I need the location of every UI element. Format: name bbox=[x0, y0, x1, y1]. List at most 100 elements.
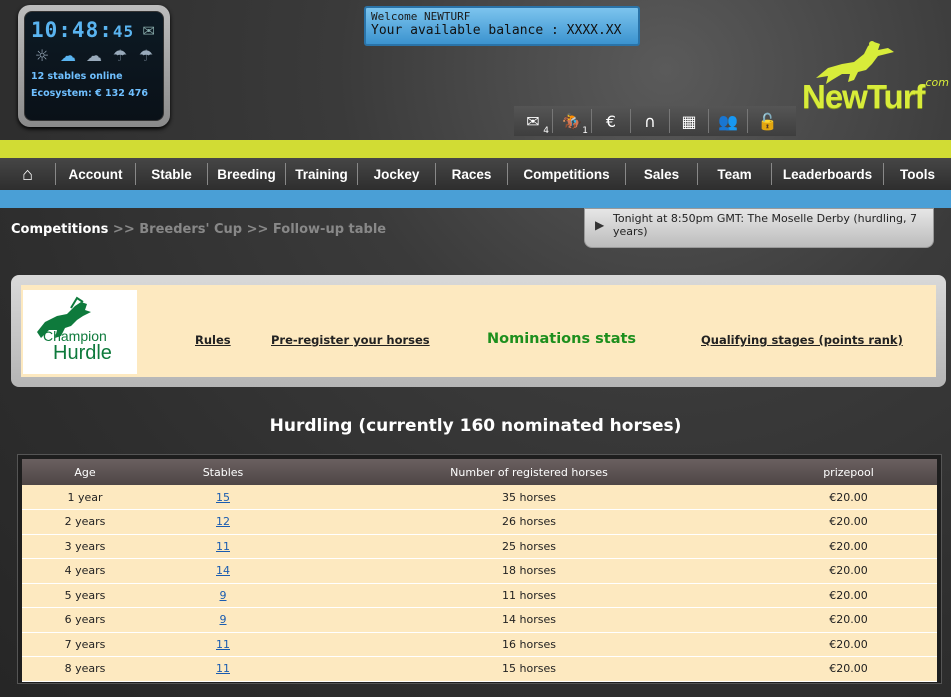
cell-age: 4 years bbox=[22, 558, 148, 584]
users-icon[interactable]: 👥 bbox=[709, 109, 748, 133]
nominations-table-container: Age Stables Number of registered horses … bbox=[17, 454, 942, 684]
cell-prizepool: €20.00 bbox=[760, 534, 937, 559]
news-ticker[interactable]: ▶ Tonight at 8:50pm GMT: The Moselle Der… bbox=[584, 208, 934, 248]
horseshoe-icon[interactable]: ∩ bbox=[631, 109, 670, 133]
clock-screen: 10:48:45 ✉ ☼ ☁ ☁ ☂ ☂ 12 stables online E… bbox=[24, 11, 164, 121]
header-stables: Stables bbox=[148, 459, 298, 485]
breadcrumb-current[interactable]: Competitions bbox=[11, 222, 108, 237]
nav-item-competitions[interactable]: Competitions bbox=[508, 163, 626, 185]
cell-stables: 11 bbox=[148, 632, 298, 657]
competition-panel-inner: Champion Hurdle Rules Pre-register your … bbox=[21, 285, 936, 377]
cell-age: 3 years bbox=[22, 534, 148, 559]
nav-item-jockey[interactable]: Jockey bbox=[358, 163, 436, 185]
accent-bar-blue bbox=[0, 190, 951, 208]
clock-info: 12 stables online Ecosystem: € 132 476 bbox=[31, 68, 157, 102]
clock-hours-minutes: 10:48 bbox=[31, 18, 100, 42]
nominations-table: Age Stables Number of registered horses … bbox=[22, 459, 937, 682]
stables-link[interactable]: 9 bbox=[220, 613, 227, 626]
nav-item-leaderboards[interactable]: Leaderboards bbox=[772, 163, 884, 185]
play-icon: ▶ bbox=[595, 218, 605, 232]
nav-item-stable[interactable]: Stable bbox=[136, 163, 208, 185]
mail-icon[interactable]: ✉ 4 bbox=[514, 109, 553, 136]
cell-stables: 9 bbox=[148, 583, 298, 608]
header-age: Age bbox=[22, 459, 148, 485]
table-row: 2 years 12 26 horses €20.00 bbox=[22, 509, 937, 535]
nav-item-breeding[interactable]: Breeding bbox=[208, 163, 286, 185]
cell-prizepool: €20.00 bbox=[760, 485, 937, 510]
cell-stables: 12 bbox=[148, 509, 298, 535]
clock-seconds: 45 bbox=[112, 22, 135, 41]
stables-link[interactable]: 14 bbox=[216, 564, 230, 577]
nav-item-tools[interactable]: Tools bbox=[884, 163, 951, 185]
table-row: 4 years 14 18 horses €20.00 bbox=[22, 558, 937, 584]
horse-race-icon[interactable]: 🏇 1 bbox=[553, 109, 592, 136]
stables-link[interactable]: 11 bbox=[216, 638, 230, 651]
nominations-stats-link[interactable]: Nominations stats bbox=[487, 331, 636, 347]
icon-toolbar: ✉ 4 🏇 1 € ∩ ▦ 👥 🔓 bbox=[514, 106, 796, 136]
nav-item-team[interactable]: Team bbox=[698, 163, 772, 185]
nav-item-account[interactable]: Account bbox=[56, 163, 136, 185]
clock-time: 10:48:45 bbox=[31, 18, 135, 42]
main-nav: ⌂ Account Stable Breeding Training Jocke… bbox=[0, 158, 951, 190]
race-count-badge: 1 bbox=[582, 126, 588, 136]
cell-registered: 25 horses bbox=[298, 534, 760, 559]
competition-panel: Champion Hurdle Rules Pre-register your … bbox=[11, 275, 946, 387]
cell-registered: 14 horses bbox=[298, 607, 760, 633]
cell-prizepool: €20.00 bbox=[760, 583, 937, 608]
clock-mail-icon[interactable]: ✉ bbox=[142, 22, 155, 40]
preregister-link[interactable]: Pre-register your horses bbox=[271, 333, 430, 347]
cell-age: 5 years bbox=[22, 583, 148, 608]
table-header-row: Age Stables Number of registered horses … bbox=[22, 459, 937, 485]
sun-icon: ☼ bbox=[34, 46, 50, 65]
cell-age: 8 years bbox=[22, 656, 148, 682]
stables-link[interactable]: 12 bbox=[216, 515, 230, 528]
stables-link[interactable]: 11 bbox=[216, 662, 230, 675]
clock-widget: 10:48:45 ✉ ☼ ☁ ☁ ☂ ☂ 12 stables online E… bbox=[18, 5, 170, 127]
welcome-text: Welcome NEWTURF bbox=[371, 10, 471, 23]
mail-count-badge: 4 bbox=[543, 126, 549, 136]
cell-prizepool: €20.00 bbox=[760, 656, 937, 682]
qualifying-stages-link[interactable]: Qualifying stages (points rank) bbox=[701, 333, 903, 347]
storm-icon: ☂ bbox=[138, 46, 154, 65]
cell-prizepool: €20.00 bbox=[760, 558, 937, 584]
ecosystem-value: Ecosystem: € 132 476 bbox=[31, 88, 149, 99]
euro-icon[interactable]: € bbox=[592, 109, 631, 133]
nav-item-sales[interactable]: Sales bbox=[626, 163, 698, 185]
cell-stables: 11 bbox=[148, 656, 298, 682]
logo-suffix: .com bbox=[922, 76, 949, 89]
champion-hurdle-logo: Champion Hurdle bbox=[23, 290, 137, 374]
cell-registered: 35 horses bbox=[298, 485, 760, 510]
accent-bar-yellow bbox=[0, 140, 951, 158]
cell-registered: 16 horses bbox=[298, 632, 760, 657]
cell-registered: 26 horses bbox=[298, 509, 760, 535]
table-row: 6 years 9 14 horses €20.00 bbox=[22, 607, 937, 633]
cell-prizepool: €20.00 bbox=[760, 509, 937, 535]
cell-prizepool: €20.00 bbox=[760, 632, 937, 657]
cell-age: 6 years bbox=[22, 607, 148, 633]
hurdle-text: Hurdle bbox=[53, 342, 112, 364]
cell-age: 2 years bbox=[22, 509, 148, 535]
stables-link[interactable]: 15 bbox=[216, 491, 230, 504]
table-row: 1 year 15 35 horses €20.00 bbox=[22, 485, 937, 510]
checkered-flag-icon[interactable]: ▦ bbox=[670, 109, 709, 133]
stables-link[interactable]: 9 bbox=[220, 589, 227, 602]
table-row: 8 years 11 15 horses €20.00 bbox=[22, 656, 937, 682]
stables-link[interactable]: 11 bbox=[216, 540, 230, 553]
cell-age: 1 year bbox=[22, 485, 148, 510]
nav-item-training[interactable]: Training bbox=[286, 163, 358, 185]
balance-text: Your available balance : XXXX.XX bbox=[371, 23, 622, 38]
cell-stables: 14 bbox=[148, 558, 298, 584]
nav-item-races[interactable]: Races bbox=[436, 163, 508, 185]
cell-stables: 9 bbox=[148, 607, 298, 633]
cell-stables: 15 bbox=[148, 485, 298, 510]
rules-link[interactable]: Rules bbox=[195, 333, 231, 347]
home-icon[interactable]: ⌂ bbox=[0, 163, 56, 185]
unlock-icon[interactable]: 🔓 bbox=[748, 109, 787, 133]
partly-cloudy-icon: ☁ bbox=[60, 46, 76, 65]
cell-registered: 11 horses bbox=[298, 583, 760, 608]
cell-registered: 15 horses bbox=[298, 656, 760, 682]
table-row: 3 years 11 25 horses €20.00 bbox=[22, 534, 937, 559]
breadcrumb: Competitions >> Breeders' Cup >> Follow-… bbox=[11, 222, 386, 237]
header-prizepool: prizepool bbox=[760, 459, 937, 485]
newturf-logo[interactable]: NewTurf .com bbox=[800, 40, 950, 130]
